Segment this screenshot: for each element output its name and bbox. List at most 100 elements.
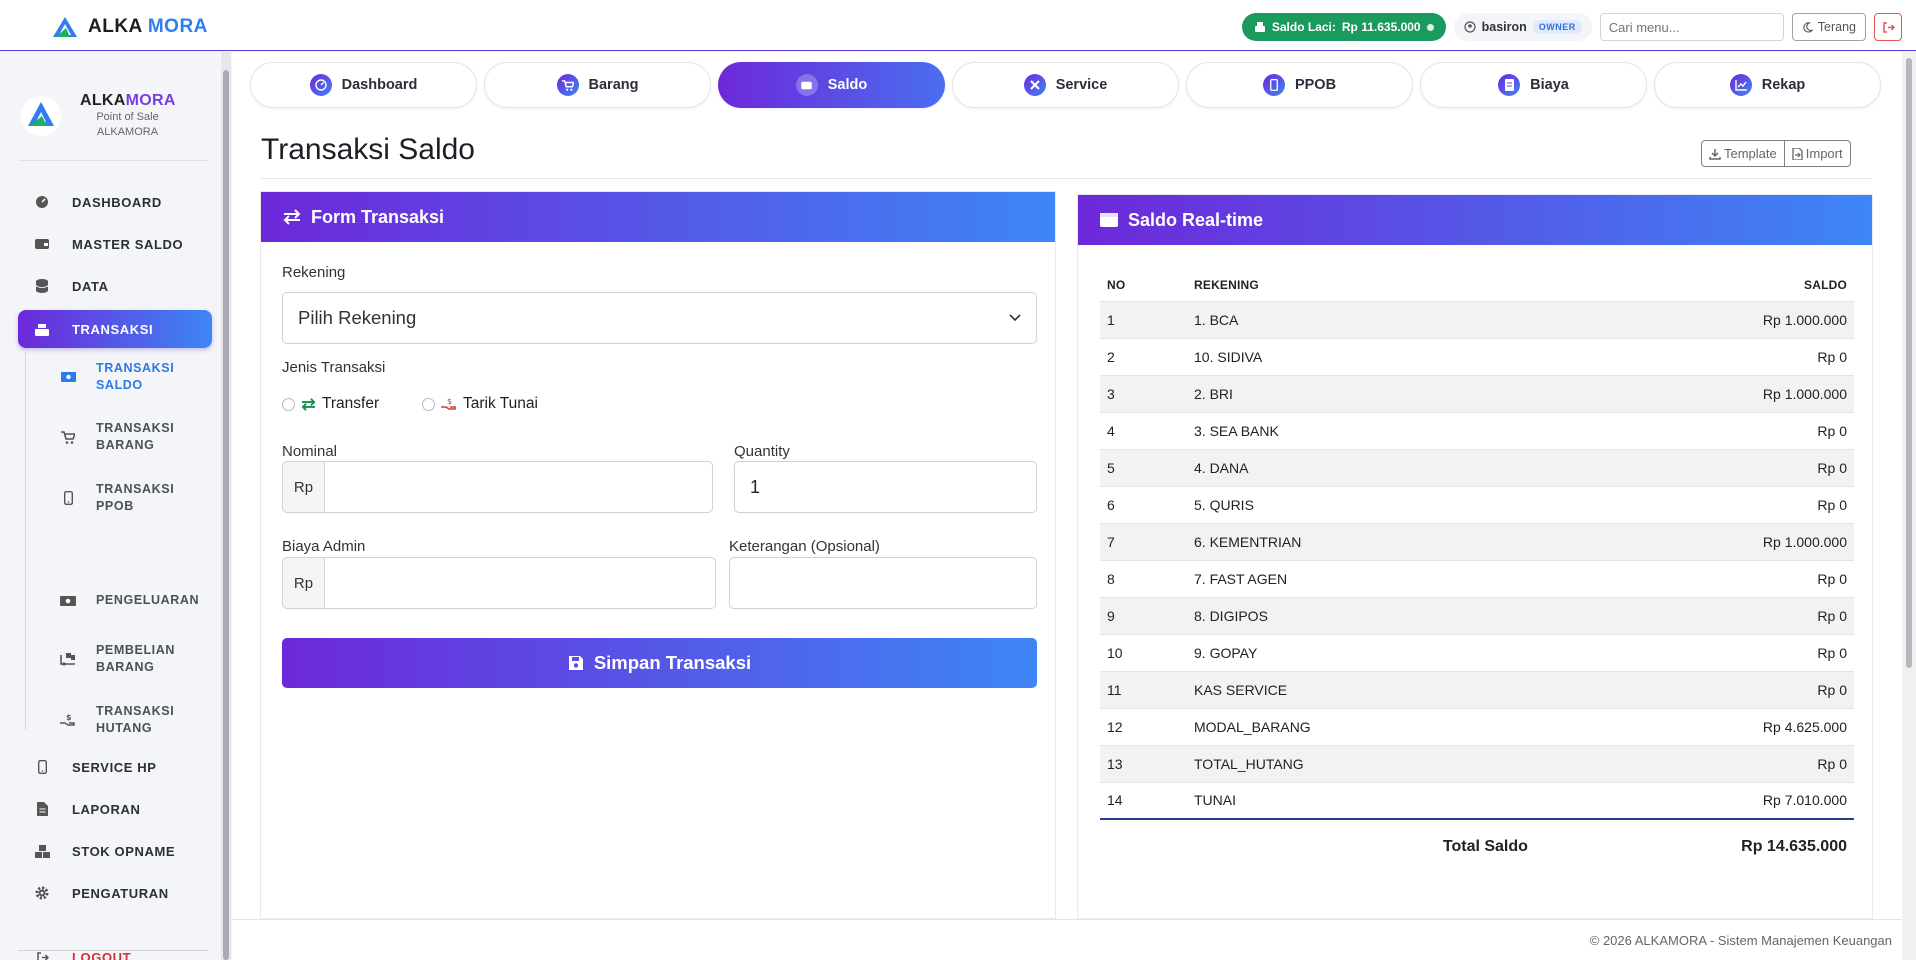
tab-label: PPOB xyxy=(1294,77,1337,93)
sidebar-item-stok-opname[interactable]: STOK OPNAME xyxy=(18,832,212,870)
logout-top-button[interactable] xyxy=(1874,13,1902,41)
tab-saldo[interactable]: Saldo xyxy=(718,62,945,108)
wallet-icon xyxy=(1100,213,1118,227)
topbar-actions: Saldo Laci: Rp 11.635.000 basiron OWNER … xyxy=(1241,13,1902,41)
rekening-cell: 3. SEA BANK xyxy=(1187,411,1535,449)
tab-service[interactable]: Service xyxy=(952,62,1179,108)
sidebar-item-master-saldo[interactable]: MASTER SALDO xyxy=(18,225,212,263)
sidebar-subitem-pengeluaran[interactable]: PENGELUARAN xyxy=(60,592,210,609)
exchange-icon xyxy=(301,397,316,411)
rekening-selected-value: Pilih Rekening xyxy=(298,307,417,328)
nominal-input[interactable] xyxy=(325,462,712,512)
rekening-cell: 2. BRI xyxy=(1187,374,1535,412)
sidebar-item-label: TRANSAKSI xyxy=(72,321,154,337)
sidebar-item-label: STOK OPNAME xyxy=(72,843,176,859)
total-label: Total Saldo xyxy=(1187,818,1535,873)
saldo-laci-badge[interactable]: Saldo Laci: Rp 11.635.000 xyxy=(1241,13,1446,41)
import-export-group: Template Import xyxy=(1701,140,1851,167)
sidebar-item-pengaturan[interactable]: PENGATURAN xyxy=(18,874,212,912)
sidebar-item-label: LOGOUT xyxy=(72,949,132,960)
row-number-cell: 5 xyxy=(1100,448,1187,486)
sidebar-item-transaksi[interactable]: TRANSAKSI xyxy=(18,310,212,348)
sidebar-item-laporan[interactable]: LAPORAN xyxy=(18,790,212,828)
scrollbar-thumb[interactable] xyxy=(223,70,229,960)
tab-ppob[interactable]: PPOB xyxy=(1186,62,1413,108)
sidebar-subitem-pembelian-barang[interactable]: PEMBELIAN BARANG xyxy=(60,642,210,676)
biaya-admin-field[interactable]: Rp xyxy=(282,557,716,609)
module-tabs: Dashboard Barang Saldo Service PPOB Biay… xyxy=(250,62,1881,108)
table-row: 13 TOTAL_HUTANG Rp 0 xyxy=(1100,744,1854,782)
theme-toggle-button[interactable]: Terang xyxy=(1791,13,1866,41)
tab-rekap[interactable]: Rekap xyxy=(1654,62,1881,108)
quantity-label: Quantity xyxy=(734,443,790,460)
sidebar-item-label: PENGATURAN xyxy=(72,885,169,901)
sidebar-item-logout[interactable]: LOGOUT xyxy=(18,938,212,960)
sidebar-divider xyxy=(18,950,208,951)
footer: © 2026 ALKAMORA - Sistem Manajemen Keuan… xyxy=(232,919,1902,960)
template-button[interactable]: Template xyxy=(1701,140,1785,167)
alkamora-logo-icon xyxy=(21,96,61,136)
tab-biaya[interactable]: Biaya xyxy=(1420,62,1647,108)
sidebar-subitem-label: PENGELUARAN xyxy=(96,593,200,607)
table-row: 4 3. SEA BANK Rp 0 xyxy=(1100,411,1854,449)
cash-register-icon xyxy=(1254,22,1265,32)
moon-icon xyxy=(1803,21,1813,33)
template-label: Template xyxy=(1724,146,1777,161)
gear-icon xyxy=(34,885,50,901)
sidebar-item-data[interactable]: DATA xyxy=(18,267,212,305)
row-number-cell: 6 xyxy=(1100,485,1187,523)
cash-register-icon xyxy=(34,321,50,337)
save-icon xyxy=(568,656,583,670)
nominal-field[interactable]: Rp xyxy=(282,461,713,513)
sidebar-subitem-transaksi-hutang[interactable]: $ TRANSAKSI HUTANG xyxy=(60,703,210,737)
rekening-cell: 1. BCA xyxy=(1187,300,1535,338)
sidebar-brand-part2: MORA xyxy=(125,92,176,109)
rekening-cell: 5. QURIS xyxy=(1187,485,1535,523)
menu-search xyxy=(1599,13,1784,41)
rekening-cell: TOTAL_HUTANG xyxy=(1187,744,1535,782)
quantity-value: 1 xyxy=(750,476,761,497)
brand-part2: MORA xyxy=(147,16,208,37)
rekening-select[interactable]: Pilih Rekening xyxy=(282,292,1037,344)
saldo-card-title: Saldo Real-time xyxy=(1128,209,1264,230)
page-scrollbar[interactable] xyxy=(1902,52,1916,960)
quantity-input[interactable]: 1 xyxy=(734,461,1037,513)
saldo-cell: Rp 0 xyxy=(1534,448,1854,486)
jenis-transaksi-label: Jenis Transaksi xyxy=(282,359,386,376)
sidebar-subtitle: Point of Sale xyxy=(96,111,159,123)
money-bill-wave-icon xyxy=(60,593,76,609)
sidebar-item-service-hp[interactable]: SERVICE HP xyxy=(18,748,212,786)
sidebar-item-dashboard[interactable]: DASHBOARD xyxy=(18,183,212,221)
user-menu[interactable]: basiron OWNER xyxy=(1453,13,1592,41)
menu-search-input[interactable] xyxy=(1600,14,1783,40)
rekening-cell: MODAL_BARANG xyxy=(1187,707,1535,745)
page-title: Transaksi Saldo xyxy=(261,133,475,166)
row-number-cell: 11 xyxy=(1100,670,1187,708)
sidebar-scrollbar[interactable] xyxy=(221,52,231,960)
dashboard-gauge-icon xyxy=(34,194,50,210)
keterangan-textarea[interactable] xyxy=(729,557,1037,609)
biaya-admin-input[interactable] xyxy=(325,558,715,608)
sidebar-subitem-transaksi-ppob[interactable]: TRANSAKSI PPOB xyxy=(60,481,210,515)
saldo-table-body: 1 1. BCA Rp 1.000.000 2 10. SIDIVA Rp 0 3 2. BR… xyxy=(1100,300,1854,873)
sidebar-subitem-transaksi-saldo[interactable]: TRANSAKSI SALDO xyxy=(60,360,210,394)
scrollbar-thumb[interactable] xyxy=(1906,58,1912,668)
radio-transfer[interactable]: Transfer xyxy=(282,395,379,413)
app-brand[interactable]: ALKA MORA xyxy=(52,16,208,38)
simpan-transaksi-button[interactable]: Simpan Transaksi xyxy=(282,638,1037,688)
tab-barang[interactable]: Barang xyxy=(484,62,711,108)
sidebar: ALKAMORA Point of Sale ALKAMORA DASHBOAR… xyxy=(0,52,222,960)
table-row: 7 6. KEMENTRIAN Rp 1.000.000 xyxy=(1100,522,1854,560)
saldo-laci-label: Saldo Laci: xyxy=(1271,20,1336,34)
shopping-cart-icon xyxy=(60,429,76,445)
radio-circle[interactable] xyxy=(422,397,435,411)
import-button[interactable]: Import xyxy=(1784,140,1851,167)
table-row: 5 4. DANA Rp 0 xyxy=(1100,448,1854,486)
saldo-cell: Rp 0 xyxy=(1534,485,1854,523)
radio-circle[interactable] xyxy=(282,397,295,411)
sidebar-subitem-transaksi-barang[interactable]: TRANSAKSI BARANG xyxy=(60,420,210,454)
nominal-label: Nominal xyxy=(282,443,338,460)
tab-dashboard[interactable]: Dashboard xyxy=(250,62,477,108)
radio-tarik-tunai[interactable]: $ Tarik Tunai xyxy=(422,395,538,413)
saldo-cell: Rp 1.000.000 xyxy=(1534,522,1854,560)
